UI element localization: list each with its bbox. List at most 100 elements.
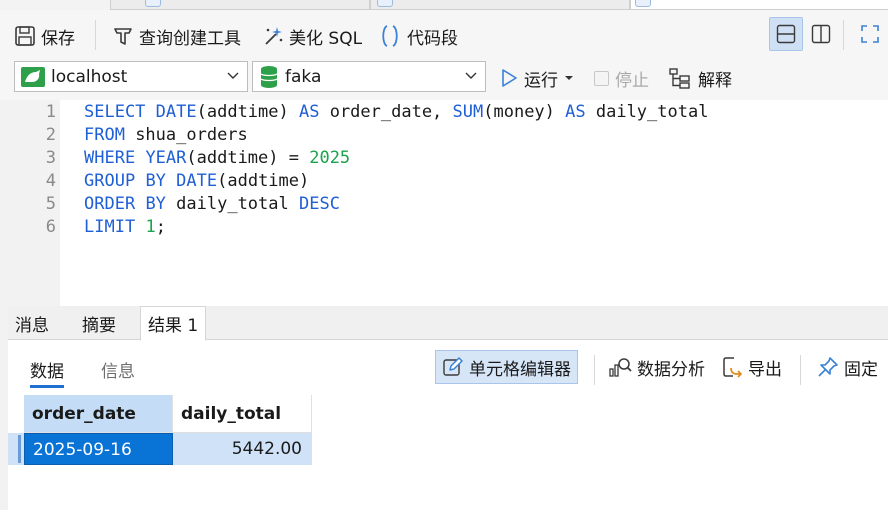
sql-keyword: DESC bbox=[298, 194, 340, 214]
tab-info[interactable]: 信息 bbox=[101, 357, 135, 382]
query-builder-button[interactable]: 查询创建工具 bbox=[112, 23, 241, 49]
pin-label: 固定 bbox=[844, 359, 878, 380]
explain-icon bbox=[669, 68, 690, 89]
sql-text: (addtime) = bbox=[186, 148, 310, 168]
chevron-down-icon bbox=[227, 72, 239, 79]
left-panel-strip bbox=[0, 100, 8, 510]
connection-icon bbox=[21, 66, 45, 87]
line-number: 5 bbox=[45, 194, 56, 214]
window-tab[interactable] bbox=[110, 0, 370, 10]
explain-button[interactable]: 解释 bbox=[668, 65, 732, 91]
code-line: ORDER BY daily_total DESC bbox=[84, 193, 340, 216]
code-line: SELECT DATE(addtime) AS order_date, SUM(… bbox=[84, 101, 708, 124]
window-tab-strip bbox=[0, 0, 888, 10]
code-line: LIMIT 1; bbox=[84, 216, 166, 239]
data-analysis-button[interactable]: 数据分析 bbox=[602, 350, 711, 384]
beautify-sql-label: 美化 SQL bbox=[289, 28, 363, 49]
export-button[interactable]: 导出 bbox=[715, 350, 788, 384]
line-number: 1 bbox=[45, 102, 56, 122]
sql-text: daily_total bbox=[165, 194, 299, 214]
query-builder-icon bbox=[114, 28, 132, 45]
tab-summary[interactable]: 摘要 bbox=[75, 306, 123, 340]
magic-wand-icon bbox=[265, 27, 283, 45]
sql-editor[interactable]: 1 2 3 4 5 6 SELECT DATE(addtime) AS orde… bbox=[8, 100, 888, 306]
sql-text: (addtime) bbox=[217, 171, 310, 191]
sql-text: shua_orders bbox=[124, 125, 248, 145]
pin-icon bbox=[818, 357, 838, 377]
sql-keyword: BY bbox=[145, 194, 166, 214]
sql-keyword: AS bbox=[565, 102, 586, 122]
window-tab-icon bbox=[377, 0, 393, 7]
sql-keyword: DATE bbox=[176, 171, 218, 191]
sql-keyword: AS bbox=[298, 102, 320, 122]
result-subtoolbar: 数据 信息 单元格编辑器 数据分析 导出 固定 bbox=[8, 341, 888, 393]
cell-editor-label: 单元格编辑器 bbox=[469, 359, 571, 380]
sql-number: 1 bbox=[145, 217, 156, 237]
tab-messages[interactable]: 消息 bbox=[8, 306, 56, 340]
row-indicator[interactable] bbox=[8, 433, 24, 465]
table-cell-daily-total[interactable]: 5442.00 bbox=[173, 433, 312, 465]
editor-toolbar: 保存 查询创建工具 美化 SQL 代码段 bbox=[0, 10, 888, 60]
data-analysis-icon bbox=[609, 358, 632, 377]
run-label: 运行 bbox=[524, 70, 558, 91]
caret-down-icon[interactable] bbox=[564, 74, 574, 82]
snippet-label: 代码段 bbox=[407, 28, 458, 49]
run-button[interactable]: 运行 bbox=[500, 65, 574, 91]
split-vertical-icon bbox=[811, 24, 831, 44]
code-line: WHERE YEAR(addtime) = 2025 bbox=[84, 147, 350, 170]
layout-horizontal-button[interactable] bbox=[769, 17, 803, 51]
table-cell-order-date[interactable]: 2025-09-16 bbox=[24, 433, 173, 465]
server-select[interactable]: localhost bbox=[14, 61, 248, 92]
sql-text: order_date, bbox=[319, 102, 453, 122]
pin-button[interactable]: 固定 bbox=[811, 350, 884, 384]
export-label: 导出 bbox=[748, 359, 782, 380]
server-value: localhost bbox=[51, 66, 128, 87]
split-horizontal-icon bbox=[776, 24, 796, 44]
connection-toolbar: localhost faka 运行 停止 解释 bbox=[0, 60, 888, 100]
stop-label: 停止 bbox=[615, 70, 649, 91]
sql-text: daily_total bbox=[585, 102, 709, 122]
stop-button[interactable]: 停止 bbox=[594, 65, 649, 91]
sql-text: ; bbox=[155, 217, 166, 237]
result-panel: 消息 摘要 结果 1 数据 信息 单元格编辑器 数据分析 导出 固定 order… bbox=[8, 306, 888, 510]
sql-keyword: YEAR bbox=[145, 148, 187, 168]
save-label: 保存 bbox=[41, 28, 75, 49]
sql-text: (money) bbox=[483, 102, 566, 122]
sql-keyword: FROM bbox=[84, 125, 125, 145]
explain-label: 解释 bbox=[698, 70, 732, 91]
sql-number: 2025 bbox=[309, 148, 351, 168]
sql-keyword: ORDER bbox=[84, 194, 136, 214]
column-header-daily-total[interactable]: daily_total bbox=[173, 395, 312, 433]
snippet-button[interactable]: 代码段 bbox=[378, 23, 458, 49]
fullscreen-button[interactable] bbox=[853, 17, 887, 51]
divider bbox=[95, 20, 96, 50]
save-button[interactable]: 保存 bbox=[14, 23, 75, 49]
divider bbox=[843, 20, 844, 50]
window-tab-icon bbox=[635, 0, 651, 7]
window-tab-active[interactable] bbox=[630, 0, 888, 10]
layout-vertical-button[interactable] bbox=[804, 17, 838, 51]
sql-keyword: WHERE bbox=[84, 148, 136, 168]
window-tab[interactable] bbox=[370, 0, 630, 10]
beautify-sql-button[interactable]: 美化 SQL bbox=[262, 23, 362, 49]
save-icon bbox=[15, 26, 35, 46]
window-tab-icon bbox=[145, 0, 161, 7]
data-analysis-label: 数据分析 bbox=[637, 359, 705, 380]
stop-icon bbox=[594, 70, 609, 86]
cell-editor-button[interactable]: 单元格编辑器 bbox=[435, 350, 578, 384]
line-number: 6 bbox=[45, 217, 56, 237]
database-select[interactable]: faka bbox=[252, 61, 486, 92]
divider bbox=[800, 355, 801, 385]
edit-icon bbox=[443, 357, 463, 376]
tab-data[interactable]: 数据 bbox=[30, 357, 64, 388]
tab-result-1[interactable]: 结果 1 bbox=[140, 306, 207, 341]
column-header-order-date[interactable]: order_date bbox=[24, 395, 173, 433]
play-icon bbox=[502, 69, 517, 87]
line-number: 2 bbox=[45, 125, 56, 145]
